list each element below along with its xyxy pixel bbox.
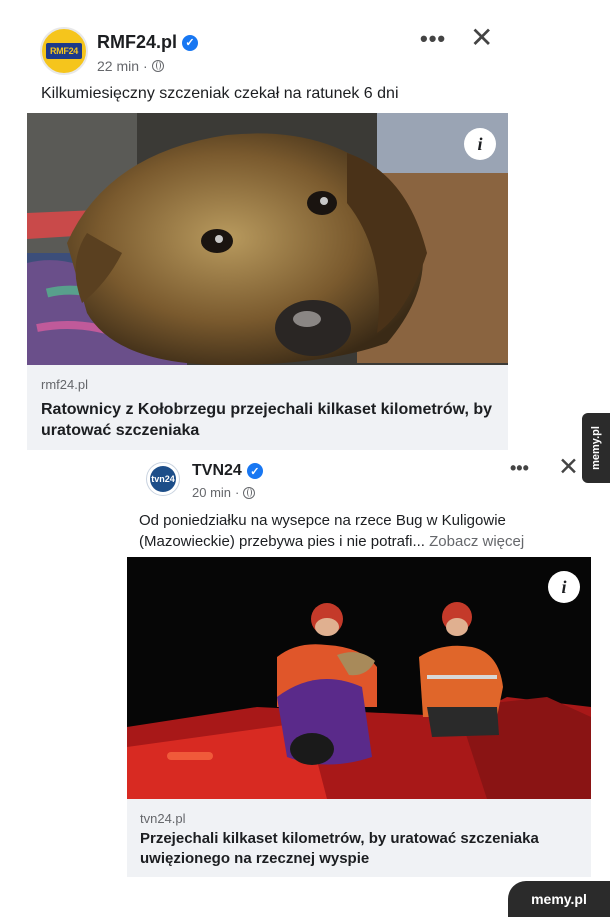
side-watermark: memy.pl — [582, 413, 610, 483]
post-text: Kilkumiesięczny szczeniak czekał na ratu… — [41, 85, 399, 102]
post-meta: 20 min · — [192, 485, 256, 500]
post-author[interactable]: RMF24.pl ✓ — [97, 32, 199, 53]
post-time[interactable]: 20 min — [192, 485, 231, 500]
author-name[interactable]: RMF24.pl — [97, 32, 177, 53]
link-title[interactable]: Przejechali kilkaset kilometrów, by urat… — [140, 829, 585, 869]
post-image[interactable]: i — [127, 557, 591, 799]
link-preview[interactable]: rmf24.pl Ratownicy z Kołobrzegu przejech… — [27, 365, 508, 450]
tvn24-logo: tvn24 — [150, 466, 176, 492]
verified-badge-icon: ✓ — [246, 463, 263, 479]
post-time[interactable]: 22 min — [97, 58, 139, 74]
tvn24-post: tvn24 TVN24 ✓ 20 min · ••• ✕ Od poniedzi… — [126, 450, 596, 878]
link-domain: rmf24.pl — [41, 377, 88, 392]
post-text: Od poniedziałku na wysepce na rzece Bug … — [139, 510, 589, 552]
verified-badge-icon: ✓ — [182, 34, 199, 51]
tvn24-avatar[interactable]: tvn24 — [146, 462, 180, 496]
meta-separator: · — [143, 58, 148, 74]
rmf24-logo: RMF24 — [45, 43, 82, 59]
link-preview[interactable]: tvn24.pl Przejechali kilkaset kilometrów… — [127, 799, 591, 877]
globe-icon — [151, 60, 164, 72]
puppy-photo — [27, 113, 508, 365]
globe-icon — [243, 486, 256, 499]
see-more-link[interactable]: Zobacz więcej — [429, 533, 524, 550]
meta-separator: · — [235, 485, 240, 500]
corner-watermark-text: memy.pl — [531, 891, 587, 907]
author-name[interactable]: TVN24 — [192, 462, 242, 480]
post-author[interactable]: TVN24 ✓ — [192, 462, 263, 480]
corner-watermark: memy.pl — [508, 881, 610, 917]
more-options-icon[interactable]: ••• — [510, 458, 529, 479]
info-icon[interactable]: i — [464, 128, 496, 160]
close-icon[interactable]: ✕ — [470, 24, 493, 52]
link-title[interactable]: Ratownicy z Kołobrzegu przejechali kilka… — [41, 399, 501, 441]
side-watermark-text: memy.pl — [590, 426, 602, 470]
rmf24-post: RMF24 RMF24.pl ✓ 22 min · ••• ✕ Kilkumie… — [0, 0, 610, 450]
rescuers-photo — [127, 557, 591, 799]
rmf24-avatar[interactable]: RMF24 — [40, 27, 88, 75]
close-icon[interactable]: ✕ — [558, 455, 579, 480]
more-options-icon[interactable]: ••• — [420, 26, 446, 52]
link-domain: tvn24.pl — [140, 811, 186, 826]
post-image[interactable]: i — [27, 113, 508, 365]
info-icon[interactable]: i — [548, 571, 580, 603]
post-meta: 22 min · — [97, 58, 164, 74]
